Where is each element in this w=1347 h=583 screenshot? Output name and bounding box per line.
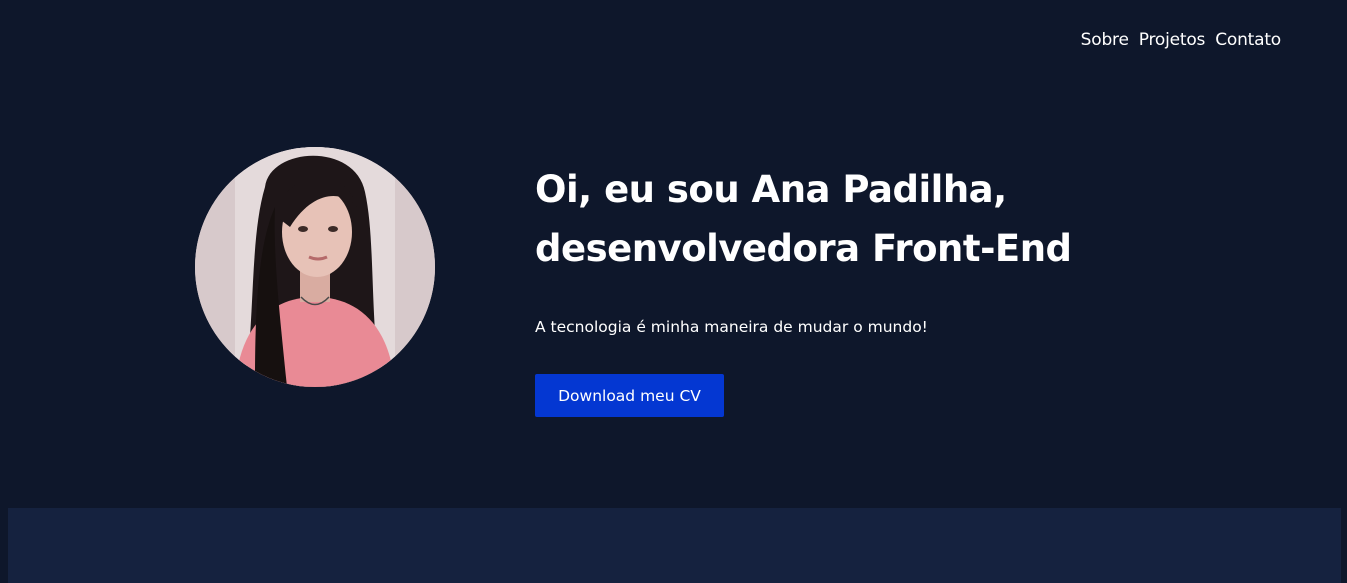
profile-photo <box>195 147 435 387</box>
nav-link-sobre[interactable]: Sobre <box>1081 30 1129 50</box>
headline-line-1: Oi, eu sou Ana Padilha, <box>535 168 1007 211</box>
top-nav: Sobre Projetos Contato <box>1081 30 1282 50</box>
nav-link-contato[interactable]: Contato <box>1215 30 1281 50</box>
next-section <box>8 508 1341 583</box>
headline-line-2: desenvolvedora Front-End <box>535 227 1072 270</box>
hero-headline: Oi, eu sou Ana Padilha, desenvolvedora F… <box>535 160 1235 278</box>
page: Sobre Projetos Contato Oi, eu sou Ana Pa… <box>0 0 1347 583</box>
hero-text: Oi, eu sou Ana Padilha, desenvolvedora F… <box>535 160 1235 278</box>
hero-tagline: A tecnologia é minha maneira de mudar o … <box>535 318 928 336</box>
nav-link-projetos[interactable]: Projetos <box>1139 30 1206 50</box>
download-cv-button[interactable]: Download meu CV <box>535 374 724 417</box>
profile-photo-illustration <box>195 147 435 387</box>
